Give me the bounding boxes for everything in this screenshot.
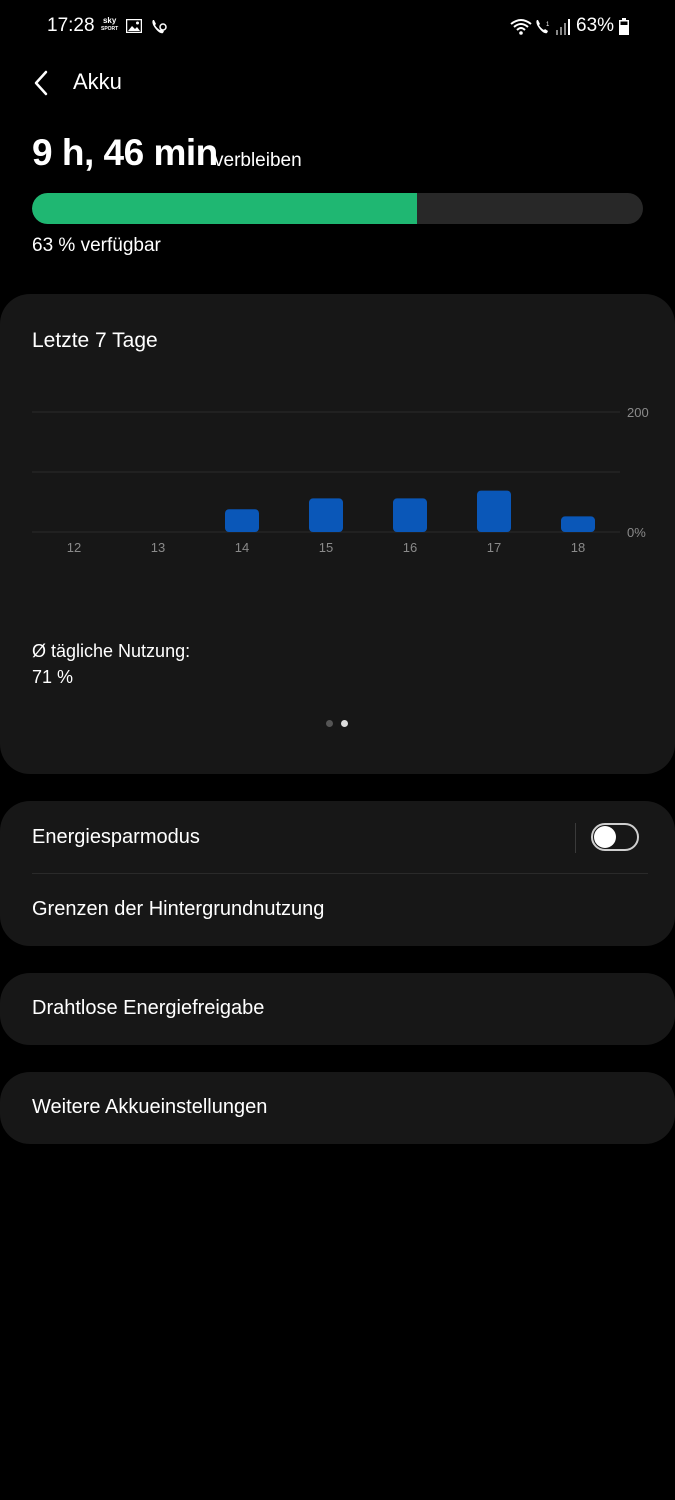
chart-bar (477, 490, 511, 532)
chart-x-tick-label: 16 (403, 540, 417, 555)
battery-level-bar (32, 193, 643, 224)
page-indicator[interactable] (326, 720, 350, 728)
battery-icon (619, 18, 629, 35)
avg-usage-label: Ø tägliche Nutzung: (32, 641, 191, 661)
remaining-suffix: verbleiben (214, 150, 302, 171)
sky-sport-icon: sky SPORT (101, 17, 118, 33)
chart-x-tick-label: 13 (151, 540, 165, 555)
status-bar: 17:28 sky SPORT 1 63% (0, 0, 675, 56)
chart-y-tick-label: 0% (627, 525, 646, 540)
chart-bar (393, 498, 427, 532)
chart-x-tick-label: 12 (67, 540, 81, 555)
power-saving-toggle[interactable] (591, 823, 639, 851)
row-divider (32, 873, 648, 874)
chart-y-tick-label: 200 (627, 405, 649, 420)
chart-bar (225, 509, 259, 532)
chart-bar (309, 498, 343, 532)
wifi-call-icon (152, 20, 167, 34)
remaining-time: 9 h, 46 min (32, 132, 218, 173)
signal-icon (556, 19, 570, 35)
svg-text:1: 1 (546, 22, 550, 28)
battery-level-fill (32, 193, 417, 224)
chart-x-tick-label: 18 (571, 540, 585, 555)
chart-x-tick-label: 15 (319, 540, 333, 555)
wifi-icon (510, 19, 532, 35)
usage-chart-svg: 200 0% 12 13 14 15 16 17 18 (32, 405, 649, 555)
chart-x-tick-label: 14 (235, 540, 249, 555)
page-indicator-dot-2[interactable] (341, 720, 348, 727)
battery-percent: 63% (576, 15, 615, 36)
toggle-knob (594, 826, 616, 848)
usage-chart: 200 0% 12 13 14 15 16 17 18 (0, 390, 675, 570)
chart-bar (561, 516, 595, 532)
wireless-share-label[interactable]: Drahtlose Energiefreigabe (32, 997, 264, 1020)
avg-usage-value: 71 % (32, 667, 74, 687)
more-settings-label[interactable]: Weitere Akkueinstellungen (32, 1096, 267, 1119)
battery-available-text: 63 % verfügbar (32, 235, 161, 256)
volte-icon: 1 (536, 20, 550, 34)
image-icon (126, 19, 142, 33)
usage-card-title: Letzte 7 Tage (32, 329, 158, 352)
page-indicator-dot-1[interactable] (326, 720, 333, 727)
power-saving-label[interactable]: Energiesparmodus (32, 826, 200, 849)
status-time: 17:28 (47, 15, 95, 36)
sky-sport-icon-bottom: SPORT (101, 26, 119, 32)
chart-x-tick-label: 17 (487, 540, 501, 555)
background-limits-item[interactable]: Grenzen der Hintergrundnutzung (32, 898, 324, 921)
page-title: Akku (73, 69, 122, 94)
toggle-divider (575, 823, 576, 853)
sky-sport-icon-top: sky (102, 16, 117, 25)
chevron-left-icon[interactable] (28, 68, 58, 98)
